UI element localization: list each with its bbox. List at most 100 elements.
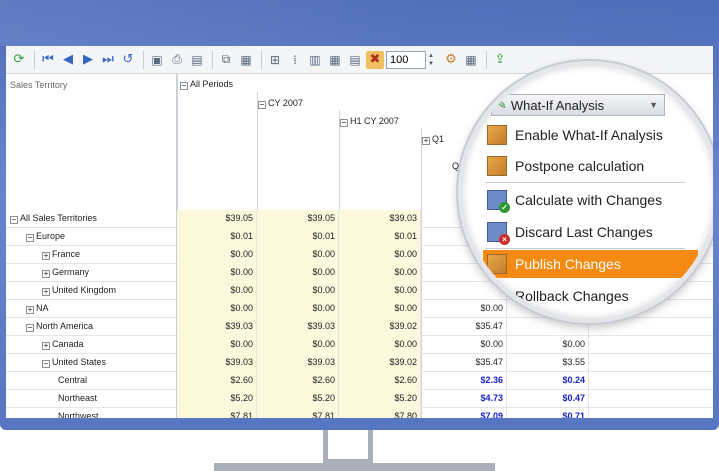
print-icon[interactable]: ⎙	[168, 51, 186, 69]
value-cell[interactable]: $5.20	[257, 390, 339, 408]
value-cell[interactable]: $7.81	[257, 408, 339, 418]
zoom-spinner[interactable]: 100	[386, 50, 426, 69]
whatif-analysis-button[interactable]: ✎ What-If Analysis ▼	[491, 94, 665, 116]
value-cell[interactable]: $39.03	[257, 318, 339, 336]
value-cell[interactable]: $7.81	[177, 408, 257, 418]
value-cell[interactable]: $4.73	[421, 390, 507, 408]
expand-icon[interactable]: +	[42, 288, 50, 296]
row-header-cell[interactable]: Northeast	[58, 393, 97, 403]
layout-icon[interactable]: ▥	[306, 51, 324, 69]
table-row[interactable]: + Canada $0.00 $0.00 $0.00 $0.00 $0.00	[6, 336, 713, 354]
collapse-icon[interactable]: −	[258, 101, 266, 109]
row-header-cell[interactable]: − Europe	[26, 231, 65, 242]
copy-icon[interactable]: ⧉	[217, 51, 235, 69]
value-cell[interactable]: $0.00	[421, 336, 507, 354]
value-cell[interactable]: $3.55	[507, 354, 589, 372]
value-cell[interactable]: $35.47	[421, 354, 507, 372]
row-header-cell[interactable]: + Germany	[42, 267, 89, 278]
last-page-icon[interactable]: ⏭	[99, 51, 117, 69]
value-cell[interactable]: $0.00	[177, 300, 257, 318]
collapse-icon[interactable]: −	[26, 234, 34, 242]
value-cell[interactable]: $39.05	[177, 210, 257, 228]
collapse-icon[interactable]: −	[42, 360, 50, 368]
menu-item-enable-whatif[interactable]: Enable What-If Analysis	[483, 120, 698, 150]
highlight-icon[interactable]: ✖	[366, 50, 384, 69]
menu-item-rollback-changes[interactable]: ✕ Rollback Changes	[483, 281, 698, 311]
value-cell[interactable]: $0.00	[177, 336, 257, 354]
value-cell[interactable]: $0.24	[507, 372, 589, 390]
value-cell[interactable]: $0.00	[257, 246, 339, 264]
row-header-cell[interactable]: + NA	[26, 303, 49, 314]
col-header-all-periods[interactable]: − All Periods	[180, 79, 233, 90]
value-cell[interactable]: $0.00	[177, 246, 257, 264]
undo-icon[interactable]: ↺	[119, 51, 137, 69]
value-cell[interactable]: $2.60	[177, 372, 257, 390]
menu-item-publish-changes[interactable]: Publish Changes	[483, 250, 698, 278]
table-row[interactable]: Northeast $5.20 $5.20 $5.20 $4.73 $0.47	[6, 390, 713, 408]
value-cell[interactable]: $7.80	[339, 408, 421, 418]
value-cell[interactable]: $0.00	[339, 246, 421, 264]
zoom-spinner-arrows[interactable]: ▲ ▼	[428, 51, 438, 69]
value-cell[interactable]: $0.01	[339, 228, 421, 246]
row-header-cell[interactable]: + France	[42, 249, 80, 260]
export-icon[interactable]: ▣	[148, 51, 166, 69]
expand-icon[interactable]: +	[42, 270, 50, 278]
value-cell[interactable]: $0.00	[257, 264, 339, 282]
row-header-cell[interactable]: − North America	[26, 321, 93, 332]
table-row[interactable]: Central $2.60 $2.60 $2.60 $2.36 $0.24	[6, 372, 713, 390]
value-cell[interactable]: $39.02	[339, 318, 421, 336]
value-cell[interactable]: $0.01	[177, 228, 257, 246]
col-header-cy2007[interactable]: − CY 2007	[258, 98, 303, 109]
settings-icon[interactable]: ⚙	[442, 51, 460, 69]
refresh-icon[interactable]: ⟳	[10, 51, 28, 69]
value-cell[interactable]: $7.09	[421, 408, 507, 418]
print-preview-icon[interactable]: ▤	[188, 51, 206, 69]
value-cell[interactable]: $2.36	[421, 372, 507, 390]
collapse-icon[interactable]: −	[180, 82, 188, 90]
value-cell[interactable]: $0.71	[507, 408, 589, 418]
row-header-cell[interactable]: Northwest	[58, 411, 99, 418]
value-cell[interactable]: $0.00	[507, 336, 589, 354]
value-cell[interactable]: $39.03	[177, 318, 257, 336]
value-cell[interactable]: $0.00	[339, 336, 421, 354]
value-cell[interactable]: $0.00	[339, 264, 421, 282]
prev-page-icon[interactable]: ◀	[59, 51, 77, 69]
value-cell[interactable]: $0.00	[339, 282, 421, 300]
table-row[interactable]: − United States $39.03 $39.03 $39.02 $35.47 $3…	[6, 354, 713, 372]
value-cell[interactable]: $39.03	[257, 354, 339, 372]
value-cell[interactable]: $5.20	[177, 390, 257, 408]
value-cell[interactable]: $0.00	[177, 264, 257, 282]
row-header-cell[interactable]: + United Kingdom	[42, 285, 116, 296]
value-cell[interactable]: $39.02	[339, 354, 421, 372]
value-cell[interactable]: $5.20	[339, 390, 421, 408]
menu-item-calculate-with-changes[interactable]: ✓ Calculate with Changes	[483, 185, 698, 215]
value-cell[interactable]: $0.00	[257, 282, 339, 300]
value-cell[interactable]: $0.00	[257, 300, 339, 318]
value-cell[interactable]: $0.47	[507, 390, 589, 408]
value-cell[interactable]: $2.60	[257, 372, 339, 390]
value-cell[interactable]: $35.47	[421, 318, 507, 336]
paste-icon[interactable]: ▦	[237, 51, 255, 69]
row-header-cell[interactable]: + Canada	[42, 339, 84, 350]
expand-icon[interactable]: +	[42, 252, 50, 260]
col-header-q1[interactable]: + Q1	[422, 134, 444, 145]
grid-icon[interactable]: ▦	[326, 51, 344, 69]
value-cell[interactable]: $0.01	[257, 228, 339, 246]
value-cell[interactable]: $39.03	[339, 210, 421, 228]
next-page-icon[interactable]: ▶	[79, 51, 97, 69]
row-header-cell[interactable]: Central	[58, 375, 87, 385]
expand-icon[interactable]: +	[422, 137, 430, 145]
menu-item-postpone-calculation[interactable]: Postpone calculation	[483, 151, 698, 181]
value-cell[interactable]: $2.60	[339, 372, 421, 390]
expand-icon[interactable]: +	[26, 306, 34, 314]
table-row[interactable]: Northwest $7.81 $7.81 $7.80 $7.09 $0.71	[6, 408, 713, 418]
value-cell[interactable]: $0.00	[177, 282, 257, 300]
col-header-h1[interactable]: − H1 CY 2007	[340, 116, 399, 127]
expand-icon[interactable]: ⊞	[266, 51, 284, 69]
collapse-icon[interactable]: −	[10, 216, 18, 224]
row-header-cell[interactable]: − All Sales Territories	[10, 213, 97, 224]
table-icon[interactable]: ▤	[346, 51, 364, 69]
expand-icon[interactable]: +	[42, 342, 50, 350]
collapse-icon[interactable]: −	[26, 324, 34, 332]
value-cell[interactable]: $39.03	[177, 354, 257, 372]
